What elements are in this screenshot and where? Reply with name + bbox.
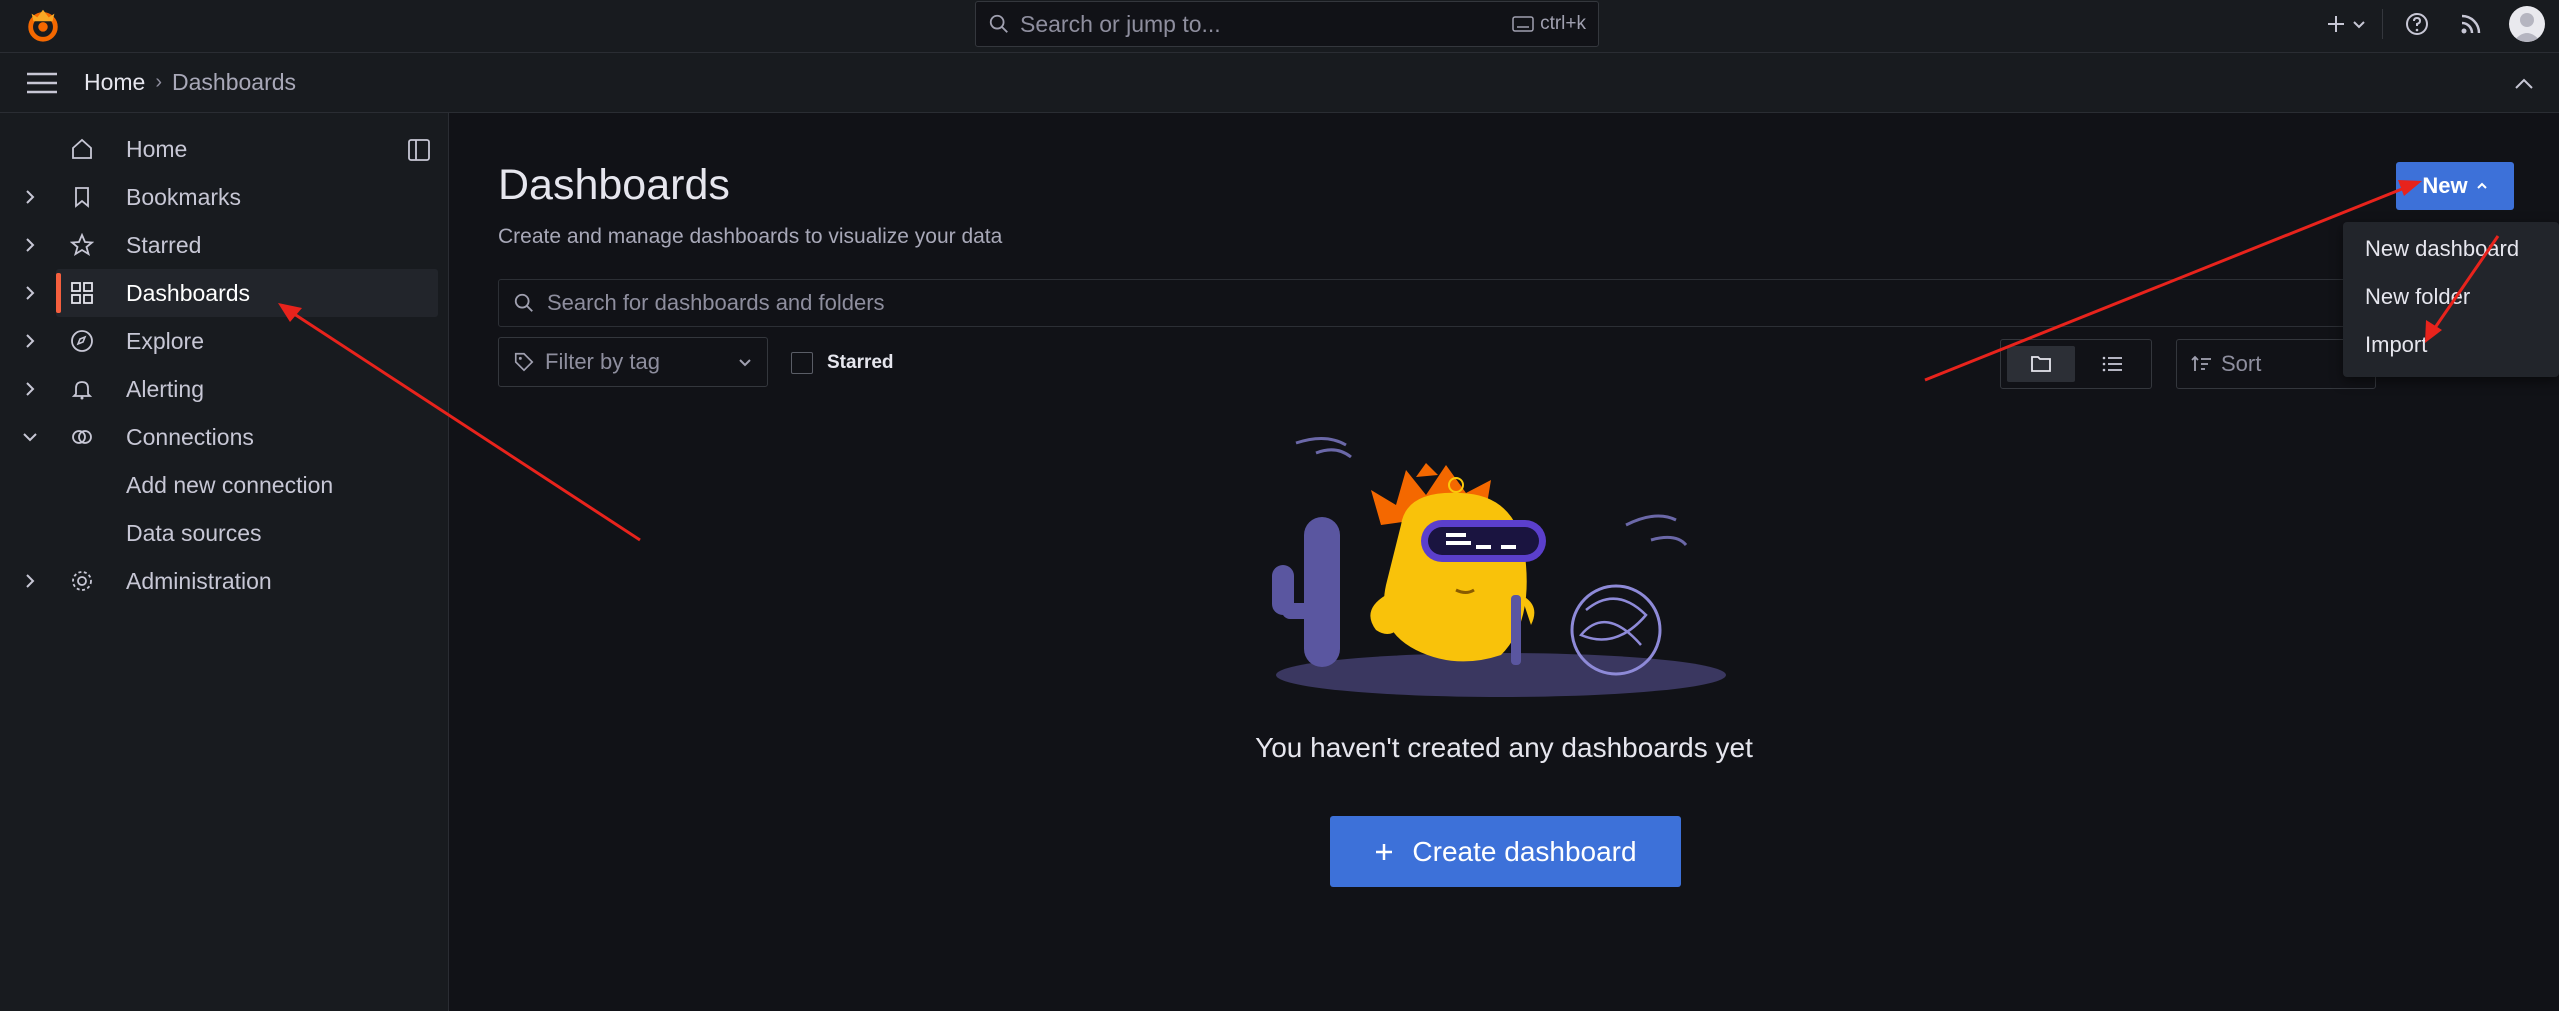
keyboard-icon (1512, 16, 1534, 32)
add-new-button[interactable] (2316, 4, 2376, 44)
sidebar-item-bookmarks[interactable]: Bookmarks (0, 173, 440, 221)
page-title: Dashboards (498, 161, 730, 209)
chevron-down-icon[interactable] (20, 427, 40, 447)
menu-item-import[interactable]: Import (2365, 332, 2427, 358)
search-icon (989, 14, 1008, 33)
list-icon (2102, 356, 2122, 372)
list-view-button[interactable] (2079, 346, 2147, 382)
sidebar-item-alerting[interactable]: Alerting (0, 365, 440, 413)
question-circle-icon (2406, 13, 2428, 35)
home-icon (72, 138, 92, 159)
new-button[interactable]: New (2396, 162, 2514, 210)
breadcrumb: Home › Dashboards (84, 69, 296, 96)
view-mode-toggle (2000, 339, 2152, 389)
user-icon (2513, 13, 2541, 42)
divider (2382, 9, 2383, 39)
sidebar-item-label: Dashboards (126, 279, 251, 306)
sidebar-item-add-new-connection[interactable]: Add new connection (0, 461, 440, 509)
grafana-logo-icon[interactable] (24, 6, 62, 44)
plus-icon (1376, 843, 1393, 860)
sidebar-item-label: Alerting (126, 375, 204, 402)
main-content: Dashboards Create and manage dashboards … (449, 113, 2559, 1011)
chevron-up-icon (2476, 182, 2487, 189)
breadcrumb-bar: Home › Dashboards (0, 53, 2559, 113)
chevron-down-icon (2353, 21, 2365, 29)
empty-state-message: You haven't created any dashboards yet (1255, 732, 1753, 763)
empty-state-illustration (1272, 437, 1726, 697)
bookmark-icon (75, 187, 89, 208)
tag-icon (514, 352, 534, 372)
rss-icon (2461, 14, 2481, 34)
folder-view-button[interactable] (2007, 346, 2075, 382)
active-indicator (56, 273, 61, 313)
page-subtitle: Create and manage dashboards to visualiz… (498, 225, 1003, 248)
chevron-right-icon[interactable] (20, 331, 40, 351)
sidebar-item-connections[interactable]: Connections (0, 413, 440, 461)
breadcrumb-home[interactable]: Home (84, 69, 145, 96)
menu-icon[interactable] (26, 72, 58, 94)
menu-item-new-dashboard[interactable]: New dashboard (2365, 236, 2519, 262)
collapse-chevron-up-icon[interactable] (2514, 77, 2534, 91)
sort-amount-icon (2191, 355, 2211, 371)
starred-checkbox[interactable] (791, 352, 813, 374)
search-icon (514, 293, 533, 312)
star-icon (70, 233, 94, 256)
sidebar-item-label: Starred (126, 231, 202, 258)
plus-icon (2328, 16, 2344, 32)
top-search-bar[interactable]: Search or jump to... ctrl+k (975, 1, 1599, 47)
top-bar: Search or jump to... ctrl+k (0, 0, 2559, 53)
chevron-right-icon[interactable] (20, 235, 40, 255)
sidebar-item-label: Home (126, 135, 188, 162)
sidebar-item-home[interactable]: Home (0, 125, 440, 173)
apps-icon (71, 282, 93, 304)
create-dashboard-button[interactable]: Create dashboard (1330, 816, 1681, 887)
folder-icon (2031, 356, 2051, 372)
user-avatar[interactable] (2509, 6, 2545, 42)
shortcut-label: ctrl+k (1540, 13, 1586, 34)
create-dashboard-label: Create dashboard (1412, 835, 1637, 867)
sidebar-item-label: Administration (126, 567, 272, 594)
sidebar-item-label: Explore (126, 327, 204, 354)
bell-icon (71, 381, 93, 400)
sidebar-item-administration[interactable]: Administration (0, 557, 440, 605)
starred-checkbox-label[interactable]: Starred (827, 352, 894, 374)
chevron-right-icon[interactable] (20, 283, 40, 303)
chevron-down-icon (739, 359, 751, 367)
filter-by-tag-select[interactable]: Filter by tag (498, 337, 768, 387)
sidebar-item-label: Add new connection (126, 471, 334, 498)
chevron-right-icon[interactable] (20, 187, 40, 207)
top-search-placeholder: Search or jump to... (1020, 10, 1221, 37)
chevron-right-icon[interactable] (20, 571, 40, 591)
breadcrumb-current: Dashboards (172, 69, 297, 95)
menu-item-new-folder[interactable]: New folder (2365, 284, 2470, 310)
sort-label: Sort (2221, 351, 2262, 376)
filter-by-tag-label: Filter by tag (545, 349, 660, 374)
dashboard-search-input[interactable]: Search for dashboards and folders (498, 279, 2398, 327)
sidebar-nav: Home Bookmarks Starred Dashboards Explor… (0, 113, 449, 1011)
sidebar-item-starred[interactable]: Starred (0, 221, 440, 269)
sidebar-item-explore[interactable]: Explore (0, 317, 440, 365)
dashboard-search-placeholder: Search for dashboards and folders (547, 290, 885, 315)
breadcrumb-separator: › (155, 71, 163, 93)
news-button[interactable] (2451, 4, 2491, 44)
sidebar-item-label: Connections (126, 423, 254, 450)
cog-icon (72, 571, 92, 591)
keyboard-shortcut-hint: ctrl+k (1512, 13, 1586, 35)
link-icon (72, 430, 92, 444)
sidebar-item-label: Data sources (126, 519, 262, 546)
help-button[interactable] (2397, 4, 2437, 44)
sidebar-item-label: Bookmarks (126, 183, 242, 210)
chevron-right-icon[interactable] (20, 379, 40, 399)
compass-icon (71, 330, 93, 352)
sidebar-item-dashboards[interactable]: Dashboards (56, 269, 438, 317)
new-button-label: New (2422, 173, 2468, 198)
new-dropdown-menu: New dashboard New folder Import (2343, 222, 2559, 377)
top-right-actions (2316, 0, 2559, 48)
sidebar-item-data-sources[interactable]: Data sources (0, 509, 440, 557)
